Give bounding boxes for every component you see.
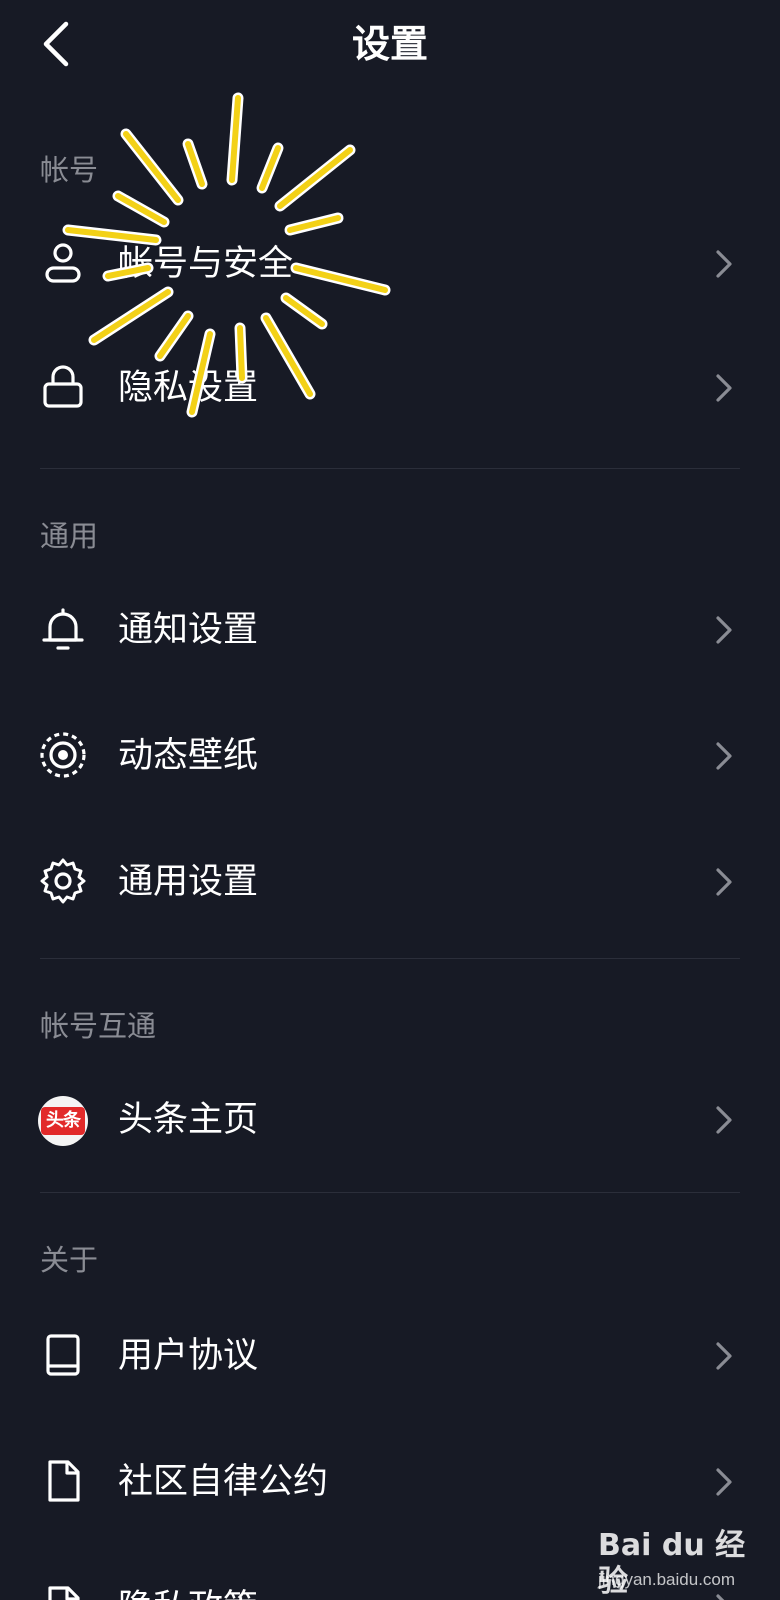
chevron-right-icon [716,1106,732,1134]
settings-item-label: 头条主页 [118,1100,259,1140]
settings-item-community-guidelines[interactable]: 社区自律公约 [0,1428,780,1536]
settings-item-privacy-policy[interactable]: 隐私政策 [0,1554,780,1600]
settings-item-live-wallpaper[interactable]: 动态壁纸 [0,702,780,810]
settings-item-general[interactable]: 通用设置 [0,828,780,936]
chevron-right-icon [716,250,732,278]
section-label-about: 关于 [40,1243,99,1277]
section-label-linked-accounts: 帐号互通 [40,1009,157,1043]
settings-item-notifications[interactable]: 通知设置 [0,576,780,684]
chevron-right-icon [716,1468,732,1496]
document-icon [48,1586,80,1600]
top-bar: 设置 [0,0,780,92]
toutiao-logo-text: 头条 [41,1107,85,1135]
settings-item-toutiao-home[interactable]: 头条 头条主页 [0,1066,780,1174]
settings-item-label: 用户协议 [118,1336,259,1376]
live-wallpaper-icon [40,732,86,778]
settings-item-label: 帐号与安全 [118,244,294,284]
chevron-right-icon [716,742,732,770]
bell-icon [42,608,84,650]
settings-item-label: 隐私政策 [118,1584,258,1600]
chevron-right-icon [716,1342,732,1370]
settings-item-label: 动态壁纸 [118,736,259,776]
page-title: 设置 [351,22,428,66]
chevron-right-icon [716,374,732,402]
section-divider [40,1192,740,1193]
section-divider [40,468,740,469]
settings-item-account-security[interactable]: 帐号与安全 [0,210,780,318]
toutiao-logo-icon: 头条 [38,1096,88,1146]
lock-icon [43,365,83,408]
settings-item-label: 社区自律公约 [118,1462,329,1502]
chevron-right-icon [716,1594,725,1600]
book-icon [46,1334,80,1376]
section-divider [40,958,740,959]
section-label-account: 帐号 [40,153,99,187]
chevron-right-icon [716,616,732,644]
document-icon [48,1460,80,1502]
gear-icon [40,858,86,904]
chevron-right-icon [716,868,732,896]
settings-item-label: 通知设置 [118,610,259,650]
settings-item-privacy[interactable]: 隐私设置 [0,334,780,442]
section-label-general: 通用 [40,519,99,553]
settings-item-user-agreement[interactable]: 用户协议 [0,1302,780,1410]
settings-item-label: 隐私设置 [118,368,259,408]
user-icon [45,243,81,283]
settings-item-label: 通用设置 [118,862,259,902]
